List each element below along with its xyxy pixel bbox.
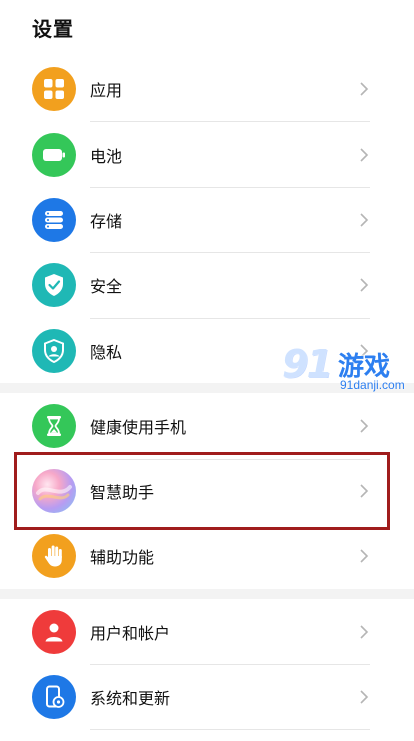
settings-item-security[interactable]: 安全 (0, 252, 414, 318)
watermark-site: 91danji.com (340, 378, 405, 392)
settings-item-digital-balance[interactable]: 健康使用手机 (0, 393, 414, 459)
apps-grid-icon (32, 67, 76, 111)
watermark-logo: 91 (282, 342, 333, 386)
section-gap (0, 589, 414, 599)
chevron-right-icon (360, 148, 369, 162)
settings-item-battery[interactable]: 电池 (0, 122, 414, 188)
chevron-right-icon (360, 625, 369, 639)
settings-item-label: 健康使用手机 (90, 418, 187, 437)
settings-item-label: 存储 (90, 212, 123, 231)
system-update-icon (32, 675, 76, 719)
settings-item-label: 系统和更新 (90, 689, 171, 708)
hourglass-icon (32, 404, 76, 448)
settings-item-apps[interactable]: 应用 (0, 56, 414, 122)
settings-item-label: 电池 (90, 147, 123, 166)
settings-item-storage[interactable]: 存储 (0, 187, 414, 253)
chevron-right-icon (360, 82, 369, 96)
chevron-right-icon (360, 549, 369, 563)
settings-item-label: 用户和帐户 (90, 624, 171, 643)
highlight-box (14, 452, 390, 530)
settings-item-label: 安全 (90, 277, 123, 296)
settings-item-label: 隐私 (90, 343, 123, 362)
chevron-right-icon (360, 419, 369, 433)
settings-item-users-accounts[interactable]: 用户和帐户 (0, 599, 414, 665)
settings-screen: 设置 应用 电池 存储 安全 隐私 健康使用手机 智慧助手 辅助功能 用户和帐户… (0, 0, 414, 741)
battery-icon (32, 133, 76, 177)
settings-item-system-updates[interactable]: 系统和更新 (0, 664, 414, 730)
chevron-right-icon (360, 278, 369, 292)
site-watermark: 91 游戏 91danji.com (282, 342, 412, 402)
settings-item-label: 辅助功能 (90, 548, 155, 567)
chevron-right-icon (360, 690, 369, 704)
shield-check-icon (32, 263, 76, 307)
user-icon (32, 610, 76, 654)
settings-item-accessibility[interactable]: 辅助功能 (0, 523, 414, 589)
storage-icon (32, 198, 76, 242)
settings-item-label: 应用 (90, 81, 123, 100)
chevron-right-icon (360, 213, 369, 227)
privacy-shield-icon (32, 329, 76, 373)
hand-icon (32, 534, 76, 578)
page-title: 设置 (32, 17, 74, 41)
divider (90, 729, 370, 730)
